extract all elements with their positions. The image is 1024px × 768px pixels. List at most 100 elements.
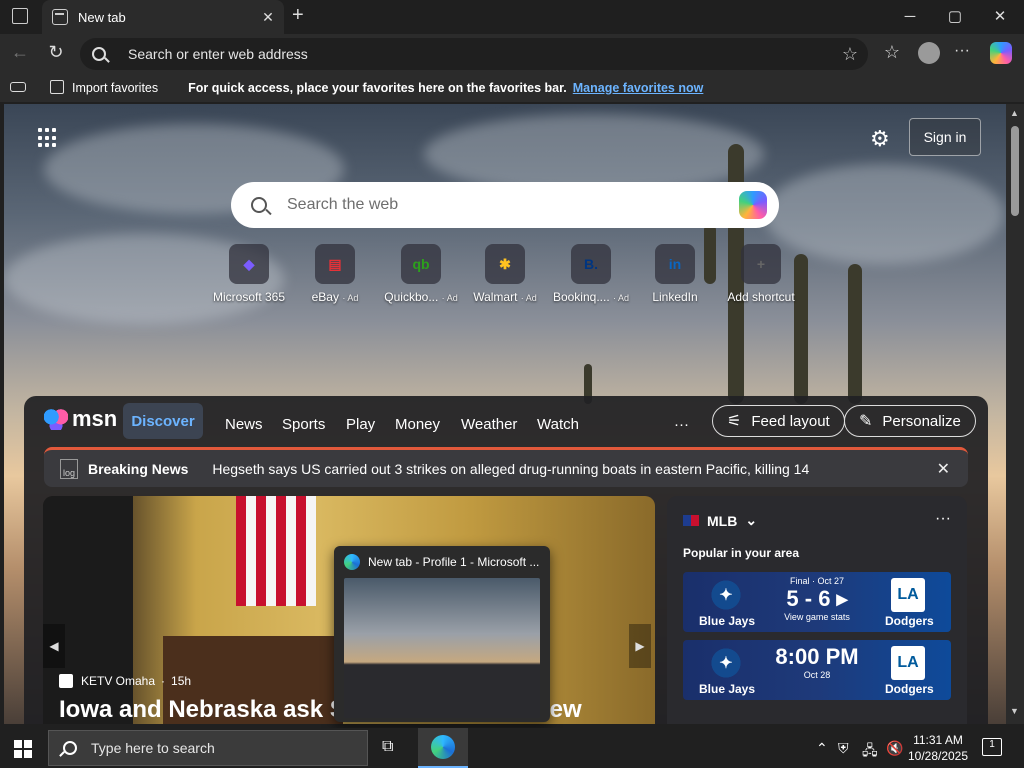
sparkle-edit-icon: ✎ (859, 413, 873, 430)
scrollbar-thumb[interactable] (1011, 126, 1019, 216)
tab-money[interactable]: Money (395, 416, 440, 433)
settings-gear-icon[interactable]: ⚙ (870, 126, 890, 152)
personalize-button[interactable]: ✎ Personalize (844, 405, 976, 437)
breaking-news-banner[interactable]: log Breaking News Hegseth says US carrie… (44, 447, 968, 487)
story-title[interactable]: Iowa and Nebraska ask Su iew (59, 696, 582, 724)
publisher-name: KETV Omaha (81, 674, 156, 688)
search-icon (251, 197, 267, 213)
shortcut-tile[interactable]: + Add shortcut (716, 244, 806, 304)
publisher-logo (59, 674, 73, 688)
shortcut-icon: ◆ (229, 244, 269, 284)
shortcut-tile[interactable]: ✱ Walmart · Ad (460, 244, 550, 304)
shortcut-tile[interactable]: in LinkedIn (630, 244, 720, 304)
notifications-icon[interactable]: 1 (982, 738, 1002, 756)
security-icon[interactable]: ⛨ (838, 740, 849, 757)
scroll-up-arrow[interactable]: ▲ (1010, 108, 1019, 118)
more-tabs-button[interactable]: ··· (674, 416, 689, 433)
dodgers-logo-icon: LA (891, 646, 925, 680)
favorites-bar: Import favorites For quick access, place… (0, 74, 1024, 102)
sliders-icon: ⚟ (727, 413, 742, 430)
away-team-name: Dodgers (885, 682, 934, 696)
network-icon[interactable]: 🖧 (862, 740, 878, 764)
tab-discover[interactable]: Discover (123, 403, 203, 439)
add-favorite-icon[interactable]: ☆ (842, 44, 858, 65)
tab-actions-icon[interactable] (12, 8, 28, 24)
apps-launcher-icon[interactable] (38, 128, 58, 148)
address-input[interactable]: Search or enter web address (128, 46, 842, 62)
story-age: 15h (171, 674, 192, 688)
edge-icon (344, 554, 360, 570)
sports-subtitle: Popular in your area (683, 546, 800, 560)
carousel-next-button[interactable]: ▶ (629, 624, 651, 668)
windows-start-icon[interactable] (14, 740, 32, 758)
shortcut-icon: qb (401, 244, 441, 284)
game-row[interactable]: ✦ Blue Jays 8:00 PM Oct 28 LA Dodgers (683, 640, 951, 700)
home-team-name: Blue Jays (699, 614, 756, 628)
edge-icon (431, 735, 455, 759)
back-button[interactable]: ← (10, 42, 30, 63)
tab-play[interactable]: Play (346, 416, 375, 433)
close-window-button[interactable]: ✕ (990, 7, 1010, 25)
thumbnail-title-text: New tab - Profile 1 - Microsoft ... (368, 555, 540, 569)
shortcut-icon: ✱ (485, 244, 525, 284)
taskbar-search[interactable]: Type here to search (48, 730, 368, 766)
tab-news[interactable]: News (225, 416, 263, 433)
breaking-news-headline[interactable]: Hegseth says US carried out 3 strikes on… (212, 461, 936, 477)
carousel-prev-button[interactable]: ◀ (43, 624, 65, 668)
league-selector[interactable]: MLB ⌄ (683, 512, 757, 529)
feed-layout-button[interactable]: ⚟ Feed layout (712, 405, 845, 437)
new-tab-button[interactable]: + (292, 4, 304, 27)
show-hidden-icons-chevron[interactable]: ⌃ (816, 740, 828, 757)
import-favorites-button[interactable]: Import favorites (72, 81, 158, 95)
breaking-close-icon[interactable]: ✕ (937, 459, 950, 479)
shortcut-tile[interactable]: B. Bookinq.... · Ad (546, 244, 636, 304)
address-bar[interactable]: Search or enter web address ☆ (80, 38, 868, 70)
away-team-name: Dodgers (885, 614, 934, 628)
story-source: KETV Omaha · 15h (59, 674, 191, 688)
shortcut-icon: ▤ (315, 244, 355, 284)
favorites-message: For quick access, place your favorites h… (188, 81, 567, 95)
copilot-icon[interactable] (990, 42, 1012, 64)
person-image (43, 496, 133, 724)
web-search-input[interactable]: Search the web (287, 196, 739, 214)
minimize-button[interactable]: ─ (900, 8, 920, 25)
title-bar: New tab ✕ + ─ ▢ ✕ (0, 0, 1024, 34)
msn-logo[interactable]: msn (44, 406, 117, 432)
copilot-icon[interactable] (739, 191, 767, 219)
shortcut-label: Walmart · Ad (473, 290, 537, 304)
game-status: Final · Oct 27 5 - 6 ▸ View game stats (784, 576, 850, 622)
thumbnail-title: New tab - Profile 1 - Microsoft ... (344, 554, 539, 570)
tab-new-tab[interactable]: New tab ✕ (42, 0, 284, 34)
browser-toolbar: ← ↻ Search or enter web address ☆ ☆ ··· (0, 34, 1024, 74)
taskbar-thumbnail-preview[interactable]: New tab - Profile 1 - Microsoft ... (334, 546, 550, 722)
favorites-icon[interactable]: ☆ (882, 42, 902, 63)
web-search-box[interactable]: Search the web (231, 182, 779, 228)
tab-watch[interactable]: Watch (537, 416, 579, 433)
tab-sports[interactable]: Sports (282, 416, 325, 433)
shortcut-tile[interactable]: qb Quickbo... · Ad (376, 244, 466, 304)
maximize-button[interactable]: ▢ (945, 7, 965, 25)
refresh-button[interactable]: ↻ (46, 42, 66, 63)
game-row[interactable]: ✦ Blue Jays Final · Oct 27 5 - 6 ▸ View game… (683, 572, 951, 632)
sign-in-button[interactable]: Sign in (909, 118, 981, 156)
search-icon (92, 47, 106, 61)
page-scrollbar[interactable]: ▲ ▼ (1006, 104, 1024, 724)
clock-time: 11:31 AM (913, 733, 963, 747)
mlb-logo-icon (683, 515, 699, 526)
manage-favorites-link[interactable]: Manage favorites now (573, 81, 704, 95)
breaking-news-label: Breaking News (88, 460, 189, 477)
more-menu-icon[interactable]: ··· (952, 42, 972, 60)
tab-close-icon[interactable]: ✕ (260, 9, 276, 26)
scroll-down-arrow[interactable]: ▼ (1010, 706, 1019, 716)
tab-weather[interactable]: Weather (461, 416, 517, 433)
windows-taskbar: Type here to search ⧉ ⌃ ⛨ 🖧 🔇 11:31 AM 1… (0, 728, 1024, 768)
taskbar-edge-button[interactable] (418, 728, 468, 768)
task-view-icon[interactable]: ⧉ (382, 738, 393, 756)
taskbar-search-input[interactable]: Type here to search (91, 740, 215, 756)
volume-icon[interactable]: 🔇 (886, 740, 903, 757)
system-clock[interactable]: 11:31 AM 10/28/2025 (906, 732, 970, 764)
sports-more-button[interactable]: ··· (935, 510, 951, 528)
shortcut-tile[interactable]: ◆ Microsoft 365 (204, 244, 294, 304)
profile-avatar[interactable] (918, 42, 940, 64)
shortcut-tile[interactable]: ▤ eBay · Ad (290, 244, 380, 304)
